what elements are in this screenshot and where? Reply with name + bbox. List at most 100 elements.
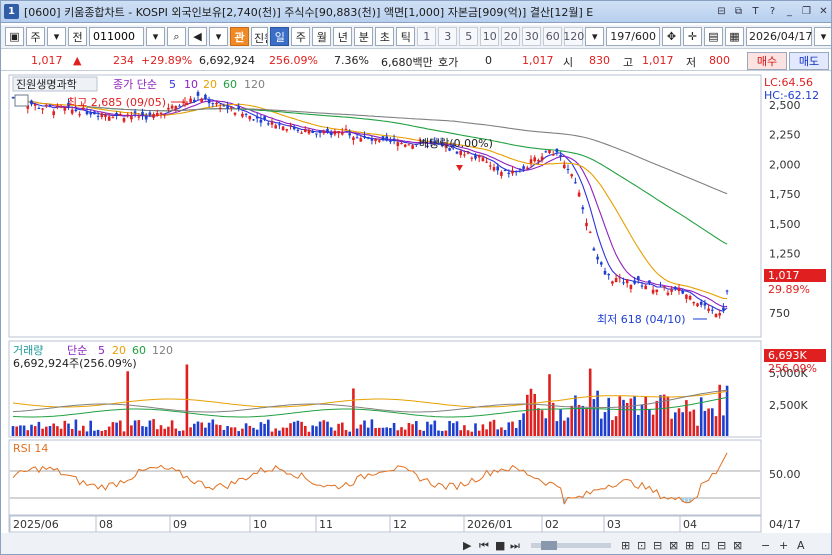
candle-body: [285, 129, 289, 131]
volume-bar: [674, 412, 677, 436]
volume-bar: [725, 385, 729, 436]
copy-icon[interactable]: ⧉: [731, 4, 746, 19]
candle-body: [341, 132, 344, 135]
period-day-button[interactable]: 일: [270, 27, 290, 46]
price-y-tick: 2,250: [769, 129, 801, 142]
tool-icon-6[interactable]: ⊟: [717, 539, 726, 552]
chevron-down-icon[interactable]: ▾: [47, 27, 66, 46]
volume-bar: [200, 422, 203, 436]
minute-120-button[interactable]: 120: [563, 27, 584, 46]
period-second-button[interactable]: 초: [375, 27, 395, 46]
minute-30-button[interactable]: 30: [522, 27, 542, 46]
date-field[interactable]: 2026/04/17: [746, 27, 812, 46]
date-dropdown-icon[interactable]: ▾: [814, 27, 831, 46]
last-icon[interactable]: ⏭: [510, 539, 520, 552]
volume-bar: [666, 396, 670, 436]
restore-icon[interactable]: ❐: [799, 4, 814, 19]
title-bar: 1 [0600] 키움종합차트 - KOSPI 외국인보유[2,740(천)] …: [1, 1, 831, 23]
stock-tag-badge: 관: [230, 27, 249, 46]
price-change: 234: [113, 54, 134, 67]
speaker-icon[interactable]: ◀: [188, 27, 207, 46]
tool-icon-5[interactable]: ⊡: [701, 539, 710, 552]
sell-button[interactable]: 매도: [789, 52, 829, 70]
save-icon[interactable]: ▤: [704, 27, 723, 46]
chart-canvas[interactable]: 2,5002,2502,0001,7501,5001,2507505,000K2…: [1, 73, 832, 555]
rsi-panel: [8, 439, 762, 516]
candle-body: [352, 137, 355, 141]
candle-body: [540, 156, 544, 161]
volume-bar: [67, 423, 70, 436]
pan-icon[interactable]: ✥: [662, 27, 681, 46]
period-minute-button[interactable]: 분: [354, 27, 374, 46]
volume-bar: [389, 427, 392, 436]
candle-body: [252, 119, 255, 121]
chart-area[interactable]: 2,500 2,250 2,000 1,750 1,500 1,250 750 5,000K 2…: [1, 73, 832, 555]
lc-label: LC:64.56: [764, 76, 813, 89]
candle-body: [318, 130, 322, 133]
period-all-button[interactable]: 전: [68, 27, 87, 46]
period-week-button[interactable]: 주: [291, 27, 311, 46]
search-icon[interactable]: ⌕: [167, 27, 186, 46]
candle-body: [725, 290, 729, 292]
volume-bar: [485, 429, 488, 436]
candle-body: [662, 286, 666, 288]
volume-bar: [392, 422, 396, 436]
volume-bar: [670, 418, 673, 436]
crosshair-icon[interactable]: ✛: [683, 27, 702, 46]
stop-icon[interactable]: ■: [495, 539, 505, 552]
auto-icon[interactable]: A: [797, 539, 805, 552]
scroll-thumb[interactable]: [541, 541, 557, 550]
chart-window: 1 [0600] 키움종합차트 - KOSPI 외국인보유[2,740(천)] …: [0, 0, 832, 555]
data-count-field[interactable]: 197/600: [606, 27, 660, 46]
table-icon[interactable]: [14, 94, 29, 107]
layout-icon[interactable]: ▣: [5, 27, 24, 46]
tool-icon-1[interactable]: ⊡: [637, 539, 646, 552]
x-axis-bar: [8, 515, 762, 533]
candle-body: [722, 307, 725, 310]
first-icon[interactable]: ⏮: [479, 539, 489, 552]
zoom-in-icon[interactable]: +: [779, 539, 788, 552]
speaker-dropdown-icon[interactable]: ▾: [209, 27, 228, 46]
minute-20-button[interactable]: 20: [501, 27, 521, 46]
volume-bar: [529, 388, 533, 436]
hc-label: HC:-62.12: [764, 89, 819, 102]
help-icon[interactable]: ?: [765, 4, 780, 19]
scroll-left-icon[interactable]: ▶: [463, 539, 472, 552]
candle-body: [485, 161, 488, 163]
minimize-icon[interactable]: _: [782, 4, 797, 19]
minute-1-button[interactable]: 1: [417, 27, 437, 46]
buy-button[interactable]: 매수: [747, 52, 787, 70]
interval-dropdown-icon[interactable]: ▾: [585, 27, 605, 46]
minute-3-button[interactable]: 3: [438, 27, 458, 46]
period-year-button[interactable]: 년: [333, 27, 353, 46]
stock-code-input[interactable]: [89, 27, 144, 46]
volume-bar: [285, 427, 289, 436]
volume-bar: [459, 430, 462, 436]
zoom-icon[interactable]: ⊞: [621, 539, 630, 552]
tool-icon-4[interactable]: ⊞: [685, 539, 694, 552]
tool-icon-7[interactable]: ⊠: [733, 539, 742, 552]
period-month-button[interactable]: 월: [312, 27, 332, 46]
period-tick-button[interactable]: 틱: [396, 27, 416, 46]
x-axis-label: 11: [319, 518, 333, 531]
zoom-out-icon[interactable]: −: [761, 539, 770, 552]
candle-body: [248, 115, 252, 120]
volume-bar: [322, 420, 326, 436]
volume-bar: [574, 395, 577, 436]
close-icon[interactable]: ✕: [816, 4, 831, 19]
candle-body: [315, 133, 318, 135]
text-icon[interactable]: T: [748, 4, 763, 19]
candle-body: [659, 286, 662, 288]
minute-60-button[interactable]: 60: [543, 27, 563, 46]
candle-body: [600, 262, 603, 265]
minute-10-button[interactable]: 10: [480, 27, 500, 46]
link-icon[interactable]: ⊟: [714, 4, 729, 19]
code-dropdown-icon[interactable]: ▾: [146, 27, 165, 46]
tool-icon-2[interactable]: ⊟: [653, 539, 662, 552]
calendar-icon[interactable]: ▦: [725, 27, 744, 46]
market-select[interactable]: 주: [26, 27, 45, 46]
candle-body: [489, 165, 492, 167]
candle-body: [670, 289, 673, 292]
minute-5-button[interactable]: 5: [459, 27, 479, 46]
tool-icon-3[interactable]: ⊠: [669, 539, 678, 552]
